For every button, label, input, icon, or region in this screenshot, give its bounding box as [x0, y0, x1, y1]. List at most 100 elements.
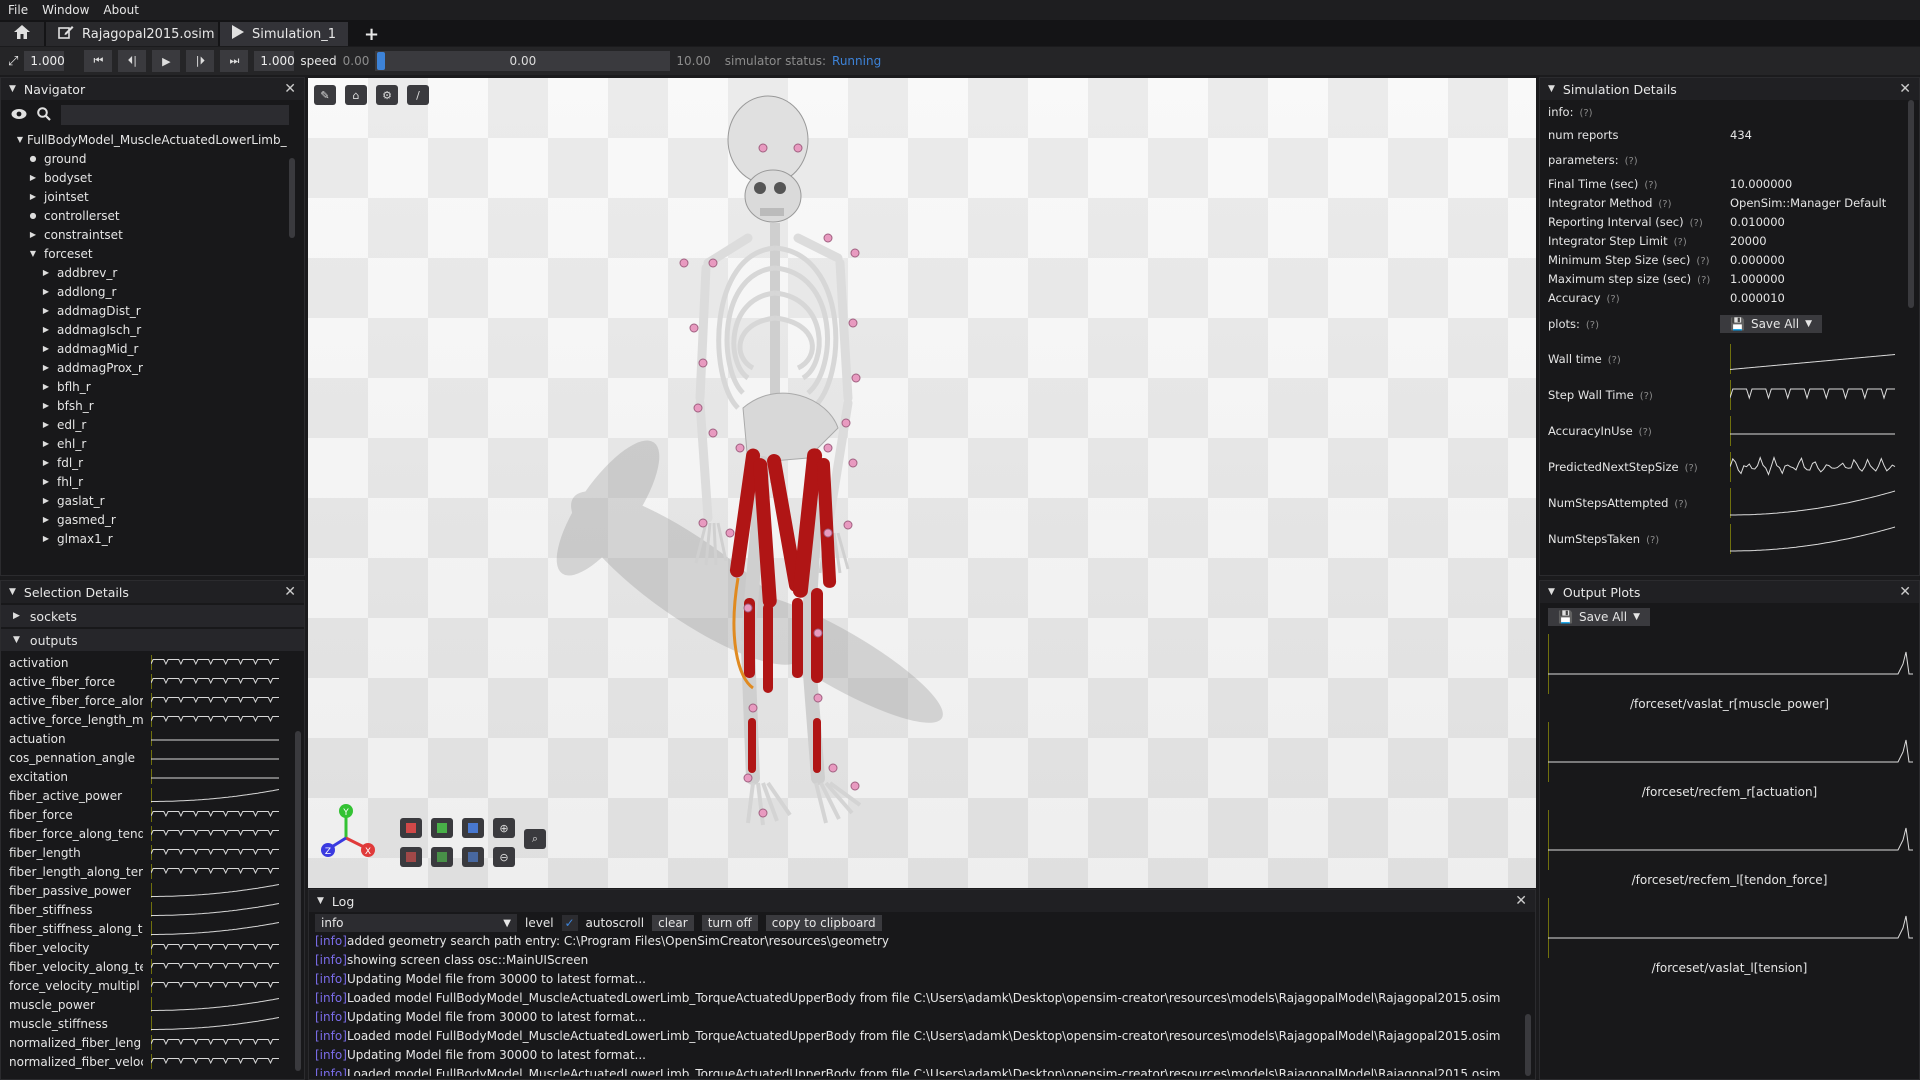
- view-minus-z-icon[interactable]: [462, 847, 484, 867]
- tree-item-controllerset[interactable]: ● controllerset: [1, 206, 291, 225]
- step-forward-button[interactable]: |⏵: [186, 50, 214, 72]
- menu-file[interactable]: File: [8, 3, 28, 17]
- collapse-triangle-icon[interactable]: ▼: [1548, 587, 1555, 597]
- tree-root[interactable]: ▼ FullBodyModel_MuscleActuatedLowerLimb_: [1, 130, 291, 149]
- expand-icon[interactable]: ⤢: [8, 54, 18, 69]
- output-row[interactable]: fiber_velocity_along_te: [1, 957, 304, 976]
- expand-triangle-icon[interactable]: ▶: [39, 515, 53, 524]
- view-plus-z-icon[interactable]: [462, 818, 484, 838]
- expand-triangle-icon[interactable]: ▶: [39, 439, 53, 448]
- help-icon[interactable]: (?): [1690, 218, 1703, 229]
- menu-window[interactable]: Window: [42, 3, 89, 17]
- eye-icon[interactable]: [11, 108, 27, 123]
- output-row[interactable]: active_fiber_force_alor: [1, 691, 304, 710]
- expand-triangle-icon[interactable]: ▶: [39, 496, 53, 505]
- output-row[interactable]: passive_fiber_damping: [1, 1071, 304, 1073]
- expand-triangle-icon[interactable]: ▶: [13, 611, 20, 621]
- save-all-outputs-button[interactable]: 💾 Save All ▼: [1548, 608, 1650, 626]
- zoom-out-icon[interactable]: ⊖: [493, 847, 515, 867]
- help-icon[interactable]: (?): [1696, 256, 1709, 267]
- expand-triangle-icon[interactable]: ▶: [39, 306, 53, 315]
- expand-triangle-icon[interactable]: ▶: [39, 268, 53, 277]
- tree-item-bodyset[interactable]: ▶ bodyset: [1, 168, 291, 187]
- view-minus-x-icon[interactable]: [400, 847, 422, 867]
- collapse-triangle-icon[interactable]: ▼: [13, 635, 20, 645]
- expand-triangle-icon[interactable]: ▶: [39, 382, 53, 391]
- help-icon[interactable]: (?): [1586, 320, 1599, 331]
- tree-item-gasmed_r[interactable]: ▶ gasmed_r: [1, 510, 291, 529]
- simulation-plot[interactable]: [1730, 344, 1898, 374]
- tree-item-ground[interactable]: ● ground: [1, 149, 291, 168]
- help-icon[interactable]: (?): [1625, 156, 1638, 167]
- close-icon[interactable]: ✕: [1899, 584, 1911, 600]
- leaf-bullet-icon[interactable]: ●: [26, 154, 40, 163]
- tree-item-addmagProx_r[interactable]: ▶ addmagProx_r: [1, 358, 291, 377]
- view-plus-x-icon[interactable]: [400, 818, 422, 838]
- sim-details-scrollbar[interactable]: [1908, 100, 1914, 308]
- output-row[interactable]: fiber_length: [1, 843, 304, 862]
- close-icon[interactable]: ✕: [284, 81, 296, 97]
- expand-triangle-icon[interactable]: ▶: [39, 344, 53, 353]
- tree-item-addmagDist_r[interactable]: ▶ addmagDist_r: [1, 301, 291, 320]
- time-scrubber[interactable]: 0.00: [375, 51, 670, 71]
- help-icon[interactable]: (?): [1640, 391, 1653, 402]
- view-plus-y-icon[interactable]: [431, 818, 453, 838]
- output-row[interactable]: fiber_velocity: [1, 938, 304, 957]
- collapse-triangle-icon[interactable]: ▼: [9, 587, 16, 597]
- output-row[interactable]: normalized_fiber_leng: [1, 1033, 304, 1052]
- play-button[interactable]: ▶: [152, 50, 180, 72]
- help-icon[interactable]: (?): [1658, 199, 1671, 210]
- close-icon[interactable]: ✕: [1515, 893, 1527, 909]
- simulation-plot[interactable]: [1730, 380, 1898, 410]
- tree-item-addlong_r[interactable]: ▶ addlong_r: [1, 282, 291, 301]
- help-icon[interactable]: (?): [1639, 427, 1652, 438]
- output-row[interactable]: fiber_force: [1, 805, 304, 824]
- expand-triangle-icon[interactable]: ▼: [26, 249, 40, 258]
- expand-triangle-icon[interactable]: ▶: [39, 325, 53, 334]
- turn-off-button[interactable]: turn off: [702, 915, 758, 931]
- output-row[interactable]: fiber_active_power: [1, 786, 304, 805]
- expand-triangle-icon[interactable]: ▶: [26, 230, 40, 239]
- tab-home[interactable]: [0, 22, 44, 46]
- simulation-plot[interactable]: [1730, 488, 1898, 518]
- tree-item-jointset[interactable]: ▶ jointset: [1, 187, 291, 206]
- autoscroll-checkbox[interactable]: ✓: [562, 915, 578, 931]
- expand-triangle-icon[interactable]: ▶: [39, 420, 53, 429]
- expand-triangle-icon[interactable]: ▶: [39, 458, 53, 467]
- new-tab-button[interactable]: +: [350, 22, 393, 46]
- help-icon[interactable]: (?): [1644, 180, 1657, 191]
- expand-triangle-icon[interactable]: ▶: [26, 192, 40, 201]
- output-row[interactable]: muscle_stiffness: [1, 1014, 304, 1033]
- tree-item-forceset[interactable]: ▼ forceset: [1, 244, 291, 263]
- sockets-group[interactable]: ▶ sockets: [1, 605, 304, 627]
- tree-item-constraintset[interactable]: ▶ constraintset: [1, 225, 291, 244]
- clear-button[interactable]: clear: [652, 915, 694, 931]
- menu-about[interactable]: About: [103, 3, 138, 17]
- tree-item-bfsh_r[interactable]: ▶ bfsh_r: [1, 396, 291, 415]
- tab-model-editor[interactable]: Rajagopal2015.osim: [46, 22, 218, 46]
- output-row[interactable]: actuation: [1, 729, 304, 748]
- tree-item-addmagMid_r[interactable]: ▶ addmagMid_r: [1, 339, 291, 358]
- output-row[interactable]: activation: [1, 653, 304, 672]
- output-plot[interactable]: /forceset/vaslat_l[tension]: [1540, 898, 1919, 986]
- expand-triangle-icon[interactable]: ▶: [39, 363, 53, 372]
- help-icon[interactable]: (?): [1608, 355, 1621, 366]
- output-row[interactable]: fiber_passive_power: [1, 881, 304, 900]
- collapse-triangle-icon[interactable]: ▼: [9, 84, 16, 94]
- skip-to-start-button[interactable]: ⏮: [84, 50, 112, 72]
- help-icon[interactable]: (?): [1607, 294, 1620, 305]
- 3d-viewport[interactable]: ✎ ⌂ ⚙ / Y X Z ⊕ ⊖ ⌕: [308, 78, 1536, 888]
- help-icon[interactable]: (?): [1674, 499, 1687, 510]
- output-plot[interactable]: /forceset/recfem_r[actuation]: [1540, 722, 1919, 810]
- tree-item-addbrev_r[interactable]: ▶ addbrev_r: [1, 263, 291, 282]
- tree-item-gaslat_r[interactable]: ▶ gaslat_r: [1, 491, 291, 510]
- tree-item-edl_r[interactable]: ▶ edl_r: [1, 415, 291, 434]
- outputs-scrollbar[interactable]: [295, 731, 301, 1071]
- navigator-scrollbar[interactable]: [289, 158, 295, 238]
- collapse-triangle-icon[interactable]: ▼: [317, 896, 324, 906]
- zoom-in-icon[interactable]: ⊕: [493, 818, 515, 838]
- simulation-plot[interactable]: [1730, 452, 1898, 482]
- output-row[interactable]: fiber_stiffness: [1, 900, 304, 919]
- tree-item-glmax1_r[interactable]: ▶ glmax1_r: [1, 529, 291, 548]
- expand-triangle-icon[interactable]: ▶: [39, 534, 53, 543]
